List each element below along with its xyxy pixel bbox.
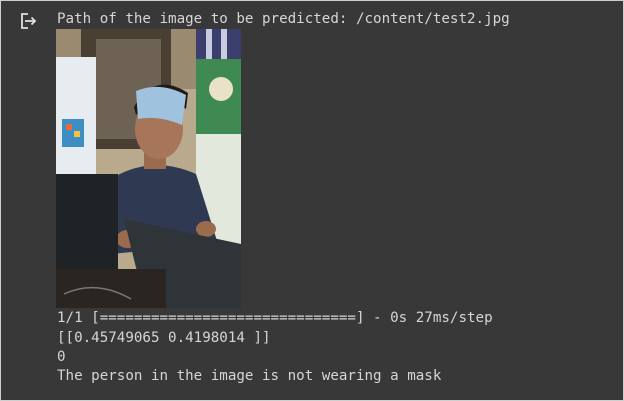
photo-illustration (56, 29, 241, 308)
predicted-class: 0 (57, 349, 66, 365)
prediction-array: [[0.45749065 0.4198014 ]] (57, 330, 271, 346)
cell-output-area: Path of the image to be predicted: /cont… (0, 0, 624, 401)
image-path-text: Path of the image to be predicted: /cont… (57, 11, 510, 27)
output-redirect-icon[interactable] (19, 11, 39, 31)
input-photo (56, 29, 241, 308)
result-message: The person in the image is not wearing a… (57, 368, 442, 384)
progress-line: 1/1 [==============================] - 0… (57, 310, 493, 326)
